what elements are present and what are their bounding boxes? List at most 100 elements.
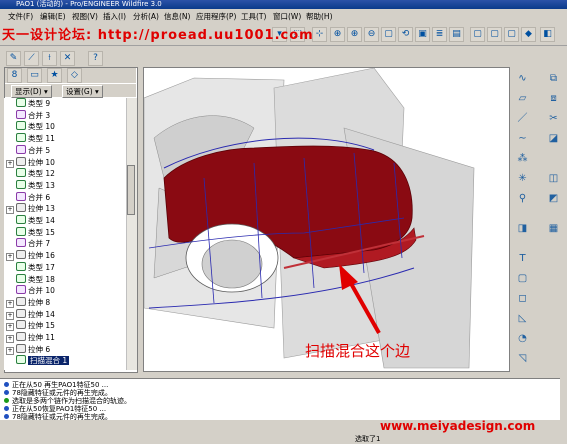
tree-item[interactable]: 合并 10: [16, 285, 55, 296]
tree-item[interactable]: 类型 17: [16, 261, 55, 273]
draft-icon[interactable]: ◺: [515, 311, 530, 326]
cube-icon[interactable]: ◧: [540, 27, 555, 42]
no-hidden-icon[interactable]: ▢: [504, 27, 519, 42]
model-tree: 类型 9 合并 3 类型 10 类型 11 合并 5 + 拉伸 10 类型 12 类型 13 合并…: [4, 98, 126, 370]
tree-item-label: 拉伸 10: [28, 157, 55, 167]
tree-item[interactable]: 扫描混合 1: [16, 355, 70, 366]
solidify-icon[interactable]: ◩: [546, 191, 561, 206]
tree-item[interactable]: 类型 9: [16, 98, 50, 109]
wireframe-icon[interactable]: ▢: [470, 27, 485, 42]
spline-icon[interactable]: ∼: [515, 131, 530, 146]
hidden-line-icon[interactable]: ▢: [487, 27, 502, 42]
datum-plane-icon[interactable]: ⟋: [24, 51, 39, 66]
extend-icon[interactable]: ◪: [546, 131, 561, 146]
tree-item[interactable]: 合并 7: [16, 238, 50, 249]
menu-applications[interactable]: 应用程序(P): [196, 11, 236, 22]
menu-analysis[interactable]: 分析(A): [133, 11, 159, 22]
round-icon[interactable]: ◔: [515, 331, 530, 346]
favorites-tab-icon[interactable]: ★: [47, 68, 62, 83]
tree-item-label: 拉伸 8: [28, 297, 51, 307]
axis-icon[interactable]: ⟊: [42, 51, 57, 66]
zoom-in-icon[interactable]: ⊕: [347, 27, 362, 42]
expand-icon[interactable]: +: [6, 206, 14, 215]
hole-icon[interactable]: T: [515, 251, 530, 266]
menu-file[interactable]: 文件(F): [8, 11, 33, 22]
analysis-icon[interactable]: ⚲: [515, 191, 530, 206]
shell-icon[interactable]: ▢: [515, 271, 530, 286]
expand-icon[interactable]: +: [6, 323, 14, 332]
tree-item[interactable]: + 拉伸 16: [6, 250, 55, 262]
point-icon[interactable]: ⁂: [515, 151, 530, 166]
layer-tab-icon[interactable]: ◇: [67, 68, 82, 83]
tree-item[interactable]: 类型 12: [16, 168, 55, 179]
saved-view-icon[interactable]: ▣: [415, 27, 430, 42]
tree-item[interactable]: + 拉伸 6: [6, 343, 50, 355]
grid-icon[interactable]: ▤: [449, 27, 464, 42]
zoom-out-icon[interactable]: ⊖: [364, 27, 379, 42]
expand-icon[interactable]: +: [6, 311, 14, 320]
tree-item[interactable]: 类型 13: [16, 179, 55, 191]
thicken-icon[interactable]: ◫: [546, 171, 561, 186]
tree-scroll-thumb[interactable]: [127, 165, 135, 215]
trim-icon[interactable]: ✂: [546, 111, 561, 126]
merge-feature-icon: [16, 285, 26, 295]
datum-icon[interactable]: ⊹: [312, 27, 327, 42]
model-tree-tab-icon[interactable]: 8: [7, 68, 22, 83]
site-watermark: www.meiyadesign.com: [380, 419, 536, 433]
curve-icon[interactable]: ∿: [515, 71, 530, 86]
show-dropdown[interactable]: 显示(D) ▾: [11, 85, 52, 98]
pattern-icon[interactable]: ▦: [546, 221, 561, 236]
orient-icon[interactable]: ⟲: [398, 27, 413, 42]
csys-icon[interactable]: ✕: [60, 51, 75, 66]
refit-icon[interactable]: ▢: [381, 27, 396, 42]
tree-item[interactable]: 类型 15: [16, 226, 55, 238]
plane-icon[interactable]: ▱: [515, 91, 530, 106]
settings-dropdown[interactable]: 设置(G) ▾: [62, 85, 103, 98]
sketch-icon[interactable]: ✎: [6, 51, 21, 66]
expand-icon[interactable]: +: [6, 335, 14, 343]
tree-item[interactable]: 类型 10: [16, 121, 55, 132]
tree-item[interactable]: + 拉伸 10: [6, 156, 55, 168]
tree-item[interactable]: 类型 18: [16, 273, 55, 285]
menu-insert[interactable]: 插入(I): [103, 11, 126, 22]
extrude-icon[interactable]: ◨: [515, 221, 530, 236]
tree-item[interactable]: + 拉伸 11: [6, 332, 55, 343]
menu-window[interactable]: 窗口(W): [273, 11, 301, 22]
chamfer-icon[interactable]: ◹: [515, 351, 530, 366]
tree-item[interactable]: 类型 14: [16, 215, 55, 226]
layers-icon[interactable]: ≣: [432, 27, 447, 42]
folder-tab-icon[interactable]: ▭: [27, 68, 42, 83]
menu-help[interactable]: 帮助(H): [306, 11, 333, 22]
shade-icon[interactable]: ◆: [521, 27, 536, 42]
extrude-feature-icon: [16, 203, 26, 213]
menu-view[interactable]: 视图(V): [72, 11, 98, 22]
tree-item[interactable]: 合并 6: [16, 191, 50, 203]
tree-item[interactable]: 类型 11: [16, 133, 55, 144]
copy-icon[interactable]: ⧉: [546, 71, 561, 86]
tree-item[interactable]: + 拉伸 8: [6, 296, 51, 308]
help-pointer-icon[interactable]: ?: [88, 51, 103, 66]
expand-icon[interactable]: +: [6, 159, 14, 168]
menu-edit[interactable]: 编辑(E): [40, 11, 66, 22]
tree-item-label: 合并 7: [28, 239, 51, 249]
line-icon[interactable]: ／: [515, 111, 530, 126]
tree-item[interactable]: + 拉伸 15: [6, 320, 55, 332]
panel-header: 显示(D) ▾ 设置(G) ▾: [5, 84, 136, 98]
tree-scrollbar[interactable]: [126, 98, 137, 370]
tree-item[interactable]: + 拉伸 13: [6, 203, 55, 215]
expand-icon[interactable]: +: [6, 299, 14, 308]
menu-info[interactable]: 信息(N): [164, 11, 190, 22]
expand-icon[interactable]: +: [6, 346, 14, 355]
mirror-icon[interactable]: ⧈: [546, 91, 561, 106]
expand-icon[interactable]: +: [6, 253, 14, 262]
tree-item[interactable]: 合并 3: [16, 109, 50, 121]
zoom-fit-icon[interactable]: ⊕: [330, 27, 345, 42]
tree-item[interactable]: + 拉伸 14: [6, 308, 55, 320]
message-area: 正在从50 再生PAO1特征50 ... 78隐藏特征或元件的再生完成。 选取是…: [0, 378, 560, 421]
graphics-viewport[interactable]: [143, 67, 510, 372]
rib-icon[interactable]: ◻: [515, 291, 530, 306]
info-bullet-icon: [4, 414, 9, 419]
menu-tools[interactable]: 工具(T): [241, 11, 266, 22]
csys-datum-icon[interactable]: ✳: [515, 171, 530, 186]
tree-item[interactable]: 合并 5: [16, 144, 50, 156]
